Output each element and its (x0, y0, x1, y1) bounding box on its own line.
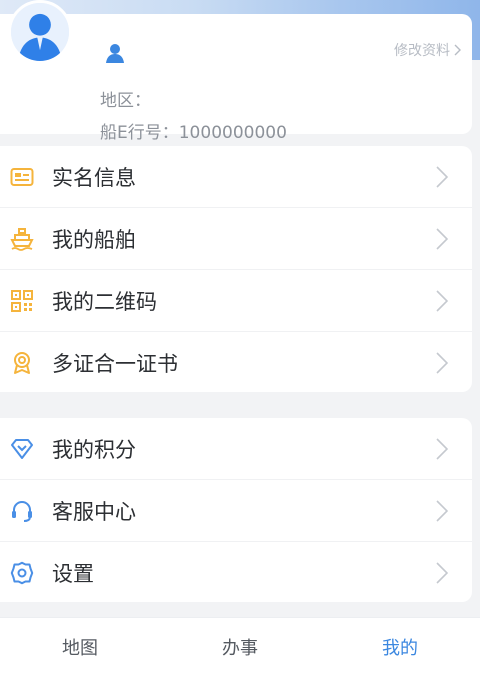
menu-item-customer-service[interactable]: 客服中心 (0, 480, 472, 542)
chevron-right-icon (436, 351, 448, 374)
tab-mine[interactable]: 我的 (320, 634, 480, 660)
region-label: 地区： (100, 91, 151, 111)
chevron-right-icon (436, 499, 448, 522)
menu-item-my-ships[interactable]: 我的船舶 (0, 208, 472, 270)
menu-item-label: 我的积分 (52, 437, 136, 462)
chevron-right-icon (436, 227, 448, 250)
user-avatar-icon (11, 3, 69, 61)
menu-item-real-name-info[interactable]: 实名信息 (0, 146, 472, 208)
tab-services[interactable]: 办事 (160, 634, 320, 660)
profile-card: 修改资料 地区： 船E行号：1000000000 (0, 0, 472, 143)
menu-item-my-points[interactable]: 我的积分 (0, 418, 472, 480)
chevron-right-icon (436, 561, 448, 584)
ship-id-text: 船E行号：1000000000 (100, 123, 287, 143)
tab-map[interactable]: 地图 (0, 634, 160, 660)
chevron-right-icon (436, 289, 448, 312)
menu-group-secondary: 我的积分 客服中心 设置 (0, 418, 472, 602)
qr-code-icon (10, 289, 34, 313)
menu-item-my-qr-code[interactable]: 我的二维码 (0, 270, 472, 332)
edit-profile-label: 修改资料 (394, 43, 450, 59)
menu-item-label: 多证合一证书 (52, 351, 178, 376)
gear-icon (10, 561, 34, 585)
chevron-right-icon (454, 44, 461, 56)
menu-item-label: 实名信息 (52, 165, 136, 190)
menu-item-multi-certificate[interactable]: 多证合一证书 (0, 332, 472, 393)
menu-item-settings[interactable]: 设置 (0, 542, 472, 603)
menu-item-label: 设置 (52, 561, 94, 586)
ship-icon (10, 227, 34, 251)
menu-item-label: 我的船舶 (52, 227, 136, 252)
menu-item-label: 我的二维码 (52, 289, 157, 314)
chevron-right-icon (436, 165, 448, 188)
headset-icon (10, 499, 34, 523)
avatar[interactable] (8, 0, 72, 64)
chevron-right-icon (436, 437, 448, 460)
diamond-icon (10, 437, 34, 461)
certificate-badge-icon (10, 351, 34, 375)
user-icon (106, 44, 124, 63)
menu-item-label: 客服中心 (52, 499, 136, 524)
edit-profile-link[interactable]: 修改资料 (394, 40, 462, 60)
bottom-tab-bar: 地图 办事 我的 (0, 617, 480, 676)
menu-group-primary: 实名信息 我的船舶 我的二维码 多证合一证书 (0, 146, 472, 392)
id-card-icon (10, 165, 34, 189)
